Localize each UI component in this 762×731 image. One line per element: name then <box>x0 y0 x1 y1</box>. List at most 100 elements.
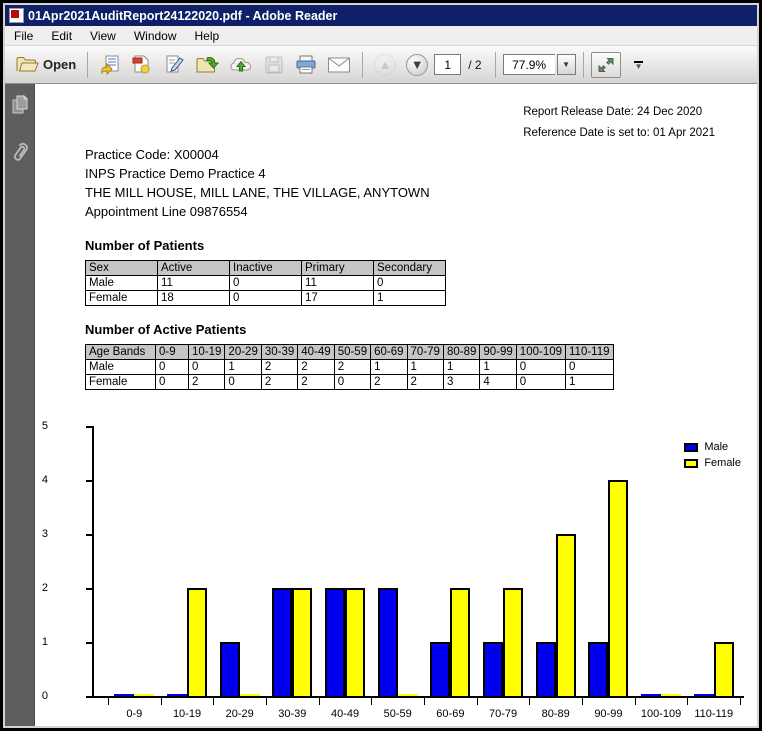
sign-document-button[interactable] <box>159 50 189 80</box>
bar-male-30-39 <box>272 588 292 696</box>
bar-female-30-39 <box>292 588 312 696</box>
y-axis-label: 1 <box>35 636 48 648</box>
menu-window[interactable]: Window <box>125 27 186 45</box>
envelope-icon <box>327 56 351 74</box>
x-axis-tick <box>371 698 372 705</box>
menu-edit[interactable]: Edit <box>42 27 81 45</box>
table-header-cell: 70-79 <box>407 345 443 360</box>
x-axis-label: 20-29 <box>213 708 266 720</box>
bar-group-40-49: 40-49 <box>319 426 372 696</box>
next-page-button[interactable]: ▼ <box>402 50 432 80</box>
navigation-sidebar <box>5 84 35 726</box>
x-axis-tick <box>213 698 214 705</box>
page-thumbnails-icon <box>10 94 30 116</box>
bar-group-30-39: 30-39 <box>266 426 319 696</box>
previous-page-button[interactable]: ▲ <box>370 50 400 80</box>
x-axis-tick <box>319 698 320 705</box>
window-title: 01Apr2021AuditReport24122020.pdf - Adobe… <box>28 9 337 23</box>
bar-male-90-99 <box>588 642 608 696</box>
x-axis-label: 90-99 <box>582 708 635 720</box>
x-axis-tick <box>687 698 688 705</box>
x-axis-label: 40-49 <box>319 708 372 720</box>
table-header-cell: 20-29 <box>225 345 261 360</box>
zoom-level-input[interactable]: 77.9% <box>503 54 555 75</box>
sign-document-icon <box>163 54 185 76</box>
active-patients-table: Age Bands0-910-1920-2930-3940-4950-5960-… <box>85 344 614 390</box>
toolbar-overflow-button[interactable]: ▼ <box>631 59 647 71</box>
attachments-button[interactable] <box>9 142 31 164</box>
table-header-cell: 100-109 <box>516 345 565 360</box>
bar-group-90-99: 90-99 <box>582 426 635 696</box>
email-button[interactable] <box>323 50 355 80</box>
table-cell: 11 <box>302 276 374 291</box>
table-header-cell: Sex <box>86 261 158 276</box>
bar-group-100-109: 100-109 <box>635 426 688 696</box>
table-cell: 0 <box>156 375 189 390</box>
x-axis-line <box>92 696 744 698</box>
page-thumbnails-button[interactable] <box>9 94 31 116</box>
bar-group-20-29: 20-29 <box>213 426 266 696</box>
table-cell: 2 <box>189 375 225 390</box>
bar-male-50-59 <box>378 588 398 696</box>
table-cell: 1 <box>566 375 614 390</box>
table-header-cell: Active <box>158 261 230 276</box>
bar-group-0-9: 0-9 <box>108 426 161 696</box>
table-cell: 0 <box>516 375 565 390</box>
create-pdf-button[interactable] <box>127 50 157 80</box>
adobe-reader-window: 01Apr2021AuditReport24122020.pdf - Adobe… <box>0 0 762 731</box>
save-button[interactable] <box>259 50 289 80</box>
table-header-cell: 10-19 <box>189 345 225 360</box>
y-axis-label: 0 <box>35 690 48 702</box>
page-number-input[interactable]: 1 <box>434 54 461 75</box>
y-axis-label: 3 <box>35 528 48 540</box>
table-cell: 2 <box>407 375 443 390</box>
legend-entry-male: Male <box>684 441 741 453</box>
x-axis-tick <box>477 698 478 705</box>
x-axis-label: 60-69 <box>424 708 477 720</box>
bar-male-110-119 <box>694 694 714 696</box>
table-cell: 0 <box>566 360 614 375</box>
legend-label: Male <box>704 441 728 453</box>
page-up-icon: ▲ <box>374 54 396 76</box>
table-cell: 1 <box>480 360 516 375</box>
reference-date: Reference Date is set to: 01 Apr 2021 <box>523 123 715 144</box>
table-row: Male110110 <box>86 276 446 291</box>
content-area: Report Release Date: 24 Dec 2020 Referen… <box>5 84 757 726</box>
menu-bar: FileEditViewWindowHelp <box>5 26 757 46</box>
y-axis-label: 4 <box>35 474 48 486</box>
fit-window-button[interactable] <box>591 52 621 78</box>
legend-entry-female: Female <box>684 457 741 469</box>
bar-group-50-59: 50-59 <box>371 426 424 696</box>
previous-view-button[interactable] <box>95 50 125 80</box>
title-bar[interactable]: 01Apr2021AuditReport24122020.pdf - Adobe… <box>5 5 757 26</box>
table-cell: 1 <box>374 291 446 306</box>
table-header-cell: 40-49 <box>298 345 334 360</box>
menu-file[interactable]: File <box>5 27 42 45</box>
menu-help[interactable]: Help <box>186 27 229 45</box>
table-row: Female020220223401 <box>86 375 614 390</box>
x-axis-label: 50-59 <box>371 708 424 720</box>
export-folder-button[interactable] <box>191 50 223 80</box>
chevron-down-icon: ▼ <box>635 64 643 69</box>
table-cell: 4 <box>480 375 516 390</box>
upload-cloud-button[interactable] <box>225 50 257 80</box>
open-button[interactable]: Open <box>11 50 80 80</box>
bar-group-60-69: 60-69 <box>424 426 477 696</box>
patients-table: SexActiveInactivePrimarySecondaryMale110… <box>85 260 446 306</box>
toolbar-separator <box>362 52 363 78</box>
print-button[interactable] <box>291 50 321 80</box>
y-axis-tick <box>86 426 92 428</box>
table-cell: 2 <box>334 360 370 375</box>
practice-info: Practice Code: X00004INPS Practice Demo … <box>85 145 430 221</box>
bar-female-80-89 <box>556 534 576 696</box>
toolbar-separator <box>583 52 584 78</box>
pdf-page[interactable]: Report Release Date: 24 Dec 2020 Referen… <box>35 84 757 726</box>
page-down-icon: ▼ <box>406 54 428 76</box>
x-axis-tick <box>529 698 530 705</box>
table-cell: 0 <box>225 375 261 390</box>
bar-male-100-109 <box>641 694 661 696</box>
y-axis-tick <box>86 642 92 644</box>
table-header-cell: 110-119 <box>566 345 614 360</box>
menu-view[interactable]: View <box>81 27 125 45</box>
zoom-dropdown-button[interactable]: ▼ <box>557 54 576 75</box>
